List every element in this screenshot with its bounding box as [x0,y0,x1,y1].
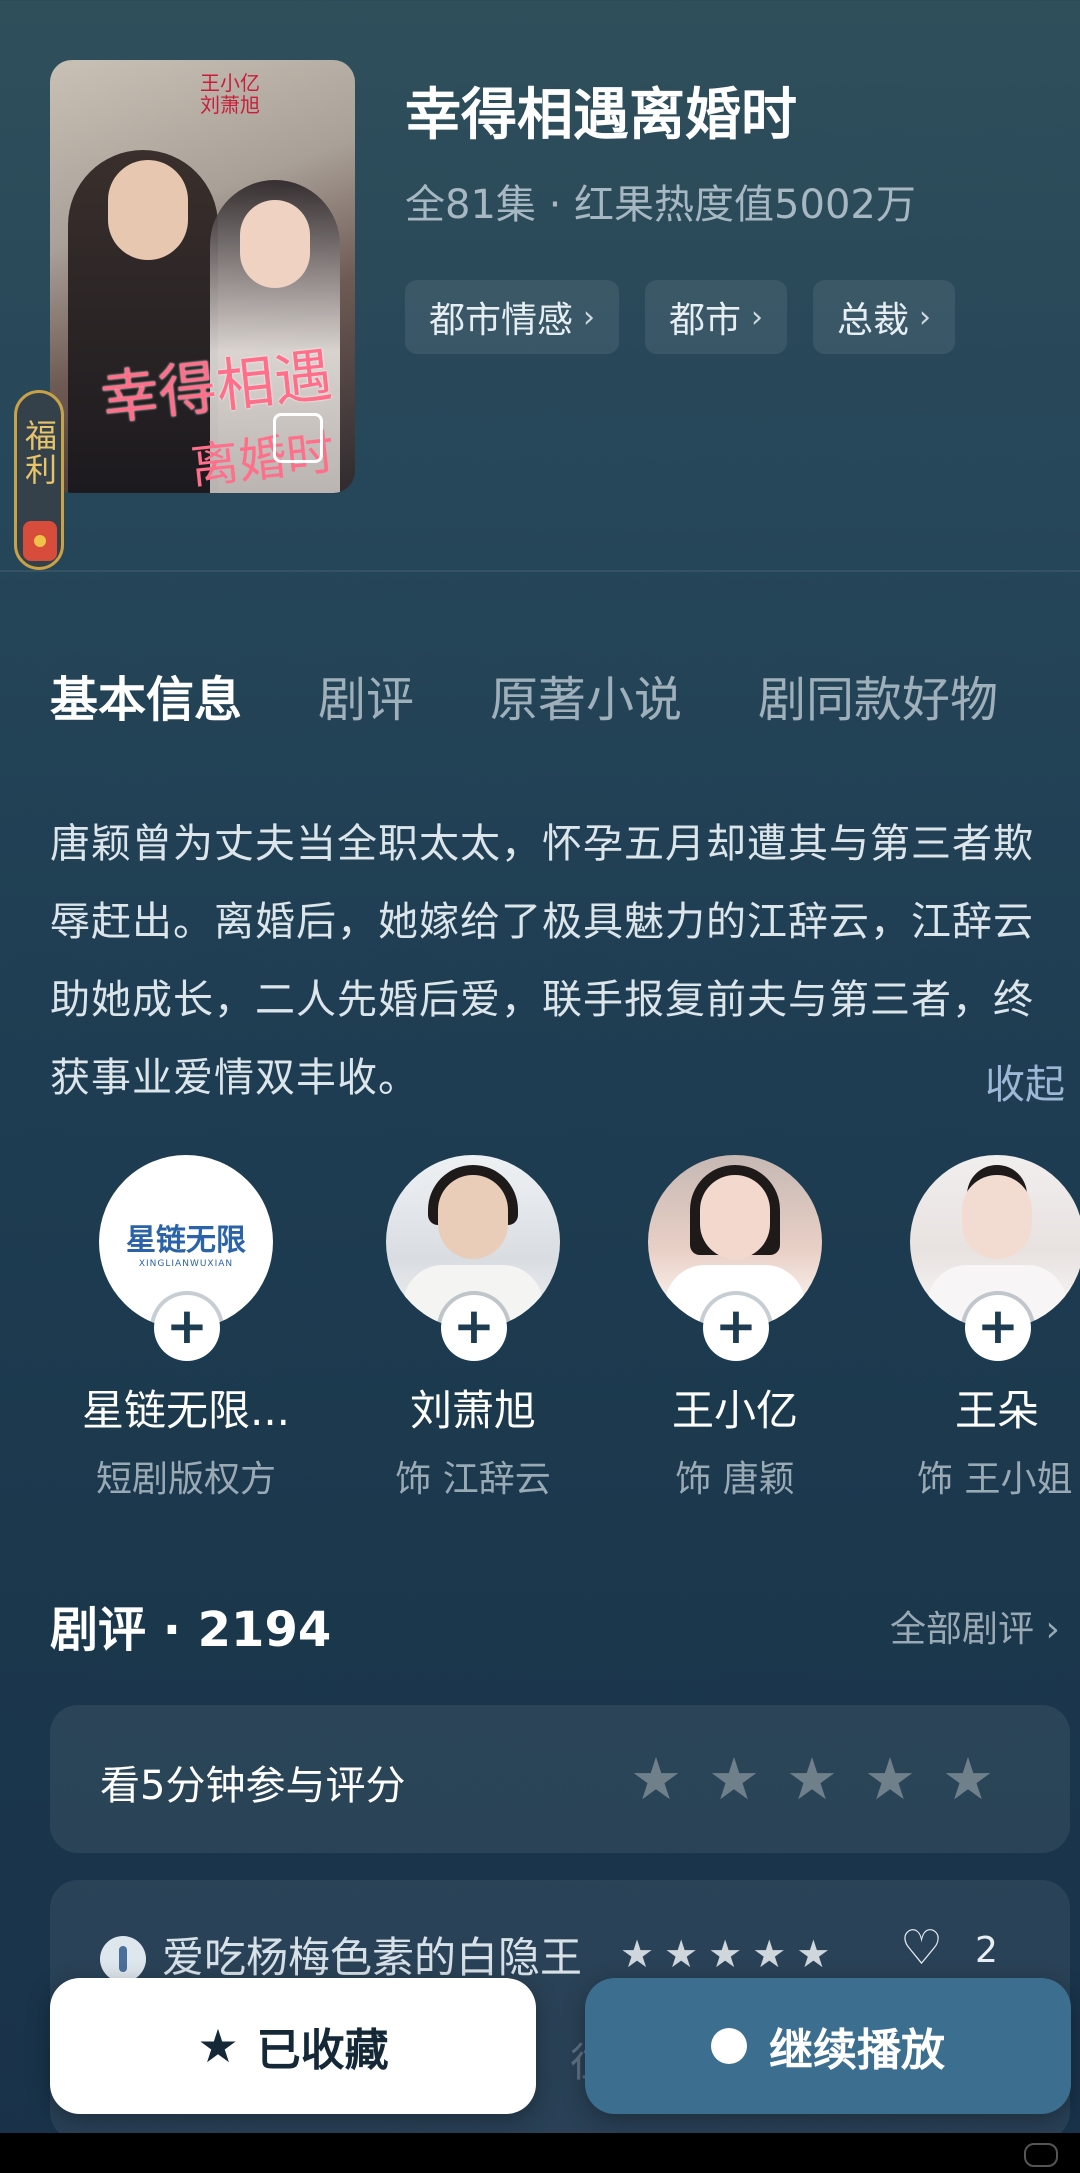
publisher-logo: 星链无限 [126,1223,246,1258]
favorite-button[interactable]: ★ 已收藏 [50,1978,536,2114]
drama-meta: 全81集 · 红果热度值5002万 [405,182,916,228]
watermark-icon [1024,2143,1058,2167]
cast-role: 饰 江辞云 [395,1459,551,1500]
chevron-right-icon: › [583,299,596,335]
cast-item-publisher[interactable]: 星链无限 XINGLIANWUXIAN + 星链无限... 短剧版权方 [71,1155,301,1502]
star-icon[interactable]: ★ [864,1741,916,1817]
tag-label: 总裁 [837,300,910,341]
welfare-badge[interactable]: 福利 [14,390,64,570]
cast-name: 王朵 [954,1386,1039,1435]
review-username[interactable]: 爱吃杨梅色素的白隐王 [162,1924,582,1985]
follow-plus-icon[interactable]: + [154,1295,220,1361]
star-icon: ★ [197,2019,239,2073]
cast-name: 刘萧旭 [409,1386,536,1435]
red-packet-icon [23,521,57,561]
publisher-logo-sub: XINGLIANWUXIAN [138,1259,234,1269]
play-icon [711,2028,747,2064]
follow-plus-icon[interactable]: + [965,1295,1031,1361]
tag-list: 都市情感 › 都市 › 总裁 › [405,280,956,354]
like-count: 2 [975,1930,998,1971]
collapse-link[interactable]: 收起 [985,1052,1065,1110]
tag-urban[interactable]: 都市 › [645,280,788,354]
poster-face-female [240,200,310,288]
drama-poster[interactable]: 王小亿 刘萧旭 幸得相遇 离婚时 [50,60,355,493]
all-reviews-link[interactable]: 全部剧评 › [890,1600,1060,1652]
star-icon[interactable]: ★ [942,1741,994,1817]
follow-plus-icon[interactable]: + [441,1295,507,1361]
rating-card: 看5分钟参与评分 ★ ★ ★ ★ ★ [50,1705,1070,1853]
cast-name: 星链无限... [81,1386,291,1435]
cast-item-actor[interactable]: + 王朵 饰 王小姐 [882,1155,1080,1502]
favorite-label: 已收藏 [256,2025,389,2076]
rating-prompt: 看5分钟参与评分 [100,1763,406,1809]
synopsis-text: 唐颖曾为丈夫当全职太太，怀孕五月却遭其与第三者欺辱赶出。离婚后，她嫁给了极具魅力… [50,821,1034,1101]
tab-merch[interactable]: 剧同款好物 [758,660,998,730]
star-icon: ★ [708,1932,743,1976]
follow-plus-icon[interactable]: + [703,1295,769,1361]
image-view-icon[interactable] [273,413,323,463]
tag-urban-romance[interactable]: 都市情感 › [405,280,620,354]
tab-basic-info[interactable]: 基本信息 [50,660,242,730]
cast-item-actor[interactable]: + 王小亿 饰 唐颖 [620,1155,850,1502]
star-icon[interactable]: ★ [786,1741,838,1817]
reviews-heading: 剧评 · 2194 [50,1602,332,1658]
header-divider [0,570,1080,572]
tab-reviews[interactable]: 剧评 [318,660,414,730]
chevron-right-icon: › [751,299,764,335]
rating-stars: ★ ★ ★ ★ ★ [630,1741,994,1817]
play-label: 继续播放 [769,2025,945,2076]
cast-name: 王小亿 [671,1386,798,1435]
drama-title: 幸得相遇离婚时 [405,83,797,148]
heart-icon[interactable]: ♡ [900,1920,943,1976]
detail-tabs: 基本信息 剧评 原著小说 剧同款好物 [50,660,998,730]
cast-role: 饰 王小姐 [917,1459,1073,1500]
star-icon: ★ [620,1932,655,1976]
tab-original-novel[interactable]: 原著小说 [490,660,682,730]
star-icon[interactable]: ★ [708,1741,760,1817]
poster-face-male [108,160,188,260]
star-icon: ★ [752,1932,787,1976]
chevron-right-icon: › [919,299,932,335]
tag-label: 都市 [669,300,742,341]
welfare-label: 福利 [20,419,58,487]
cast-role: 短剧版权方 [95,1459,276,1500]
continue-play-button[interactable]: 继续播放 [585,1978,1071,2114]
star-icon[interactable]: ★ [630,1741,682,1817]
cast-item-actor[interactable]: + 刘萧旭 饰 江辞云 [358,1155,588,1502]
avatar[interactable] [100,1936,146,1982]
cast-role: 饰 唐颖 [675,1459,795,1500]
star-icon: ★ [664,1932,699,1976]
star-icon: ★ [796,1932,831,1976]
tag-ceo[interactable]: 总裁 › [813,280,956,354]
tag-label: 都市情感 [429,300,574,341]
poster-cast-names: 王小亿 刘萧旭 [200,71,260,117]
review-stars: ★ ★ ★ ★ ★ [620,1932,830,1976]
system-bottom-bar [0,2133,1080,2173]
